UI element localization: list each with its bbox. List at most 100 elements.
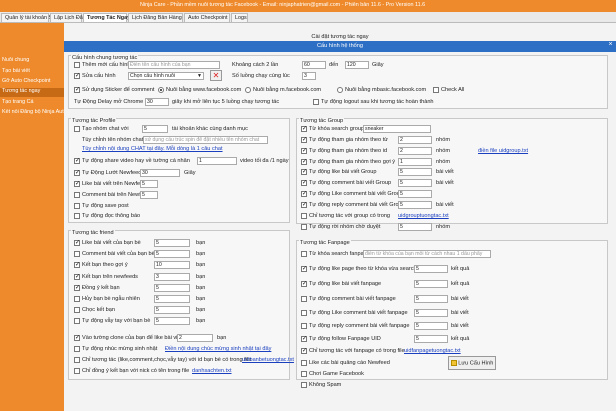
concurrent-input[interactable]: 3 [302, 72, 316, 80]
join-keyword-input[interactable]: 2 [398, 136, 432, 144]
join-id-input[interactable]: 2 [398, 147, 432, 155]
game-checkbox[interactable] [301, 371, 307, 377]
delay-from-input[interactable]: 60 [302, 61, 326, 69]
inbox-checkbox[interactable]: ✓ [74, 335, 80, 341]
check-all-checkbox[interactable] [433, 87, 439, 93]
join-id-checkbox[interactable]: ✓ [301, 148, 307, 154]
search-group-input[interactable]: sneaker [363, 125, 431, 133]
uidgrouptuongtac-link[interactable]: uidgrouptuongtac.txt [398, 213, 449, 219]
ads-checkbox[interactable] [301, 360, 307, 366]
sticker-checkbox[interactable]: ✓ [74, 87, 80, 93]
friend-row-checkbox[interactable]: ✓ [74, 274, 80, 280]
radio-mfacebook[interactable] [245, 87, 251, 93]
follow-fanpage-input[interactable]: 5 [414, 335, 448, 343]
like-comment-group-checkbox[interactable]: ✓ [301, 191, 307, 197]
nav-item-auto-checkpoint[interactable]: Gỡ Auto Checkpoint [0, 78, 64, 87]
friend-row-input[interactable]: 5 [154, 317, 190, 325]
newsfeed-input[interactable]: 30 [140, 169, 180, 177]
friend-row-checkbox[interactable]: ✓ [74, 285, 80, 291]
uidgroup-link[interactable]: điền file uidgroup.txt [478, 148, 528, 154]
tab-ssh[interactable]: Quản lý tài khoản SSH [1, 13, 60, 23]
auto-logout-checkbox[interactable] [313, 99, 319, 105]
edit-config-select[interactable]: Chọn cấu hình nuôi ▼ [128, 72, 204, 80]
friend-row-checkbox[interactable]: ✓ [74, 262, 80, 268]
like-search-checkbox[interactable]: ✓ [301, 266, 307, 272]
save-post-checkbox[interactable] [74, 203, 80, 209]
newsfeed-checkbox[interactable]: ✓ [74, 170, 80, 176]
add-config-checkbox[interactable] [74, 62, 80, 68]
reply-group-checkbox[interactable]: ✓ [301, 202, 307, 208]
reply-fanpage-input[interactable]: 5 [414, 322, 448, 330]
friend-row-input[interactable]: 5 [154, 239, 190, 247]
nav-item-general[interactable]: Nuôi chung [0, 57, 64, 66]
nav-item-sync-autopost[interactable]: Kết nối Đăng bộ Ninja Auto Post [0, 109, 64, 118]
friend-row-checkbox[interactable]: ✓ [74, 240, 80, 246]
search-fanpage-checkbox[interactable] [301, 251, 307, 257]
search-fanpage-input[interactable]: điền từ khóa của bạn mỗi từ cách nhau 1 … [363, 250, 491, 258]
nospam-checkbox[interactable] [301, 382, 307, 388]
like-newsfeed-checkbox[interactable]: ✓ [74, 181, 80, 187]
like-group-input[interactable]: 5 [398, 168, 432, 176]
friend-row-checkbox[interactable] [74, 251, 80, 257]
share-video-checkbox[interactable]: ✓ [74, 158, 80, 164]
save-config-button[interactable]: Lưu Cấu Hình [448, 356, 496, 370]
add-uid-checkbox[interactable] [74, 368, 80, 374]
comment-fanpage-checkbox[interactable] [301, 296, 307, 302]
leave-group-checkbox[interactable] [301, 224, 307, 230]
like-newsfeed-input[interactable]: 5 [140, 180, 158, 188]
tab-schedule[interactable]: Lập Lịch Đăng [50, 13, 89, 23]
like-group-checkbox[interactable]: ✓ [301, 169, 307, 175]
comment-group-checkbox[interactable]: ✓ [301, 180, 307, 186]
tab-sales-schedule[interactable]: Lịch Đăng Bản Hàng [128, 13, 183, 23]
friend-row-checkbox[interactable] [74, 318, 80, 324]
birthday-checkbox[interactable] [74, 346, 80, 352]
like-comment-fanpage-checkbox[interactable] [301, 310, 307, 316]
comment-group-input[interactable]: 5 [398, 179, 432, 187]
add-config-input[interactable]: Điền tên cấu hình của bạn [128, 61, 220, 69]
friend-row-input[interactable]: 5 [154, 295, 190, 303]
danhsachten-link[interactable]: danhsachten.txt [192, 368, 232, 374]
trust-fanpage-checkbox[interactable]: ✓ [301, 348, 307, 354]
comment-fanpage-input[interactable]: 5 [414, 295, 448, 303]
tab-logs[interactable]: Logs [231, 13, 248, 23]
reply-fanpage-checkbox[interactable] [301, 323, 307, 329]
uid-friend-checkbox[interactable] [74, 357, 80, 363]
nav-item-create-post[interactable]: Tạo bài viết [0, 68, 64, 77]
like-fanpage-input[interactable]: 5 [414, 280, 448, 288]
join-keyword-checkbox[interactable]: ✓ [301, 137, 307, 143]
friend-row-checkbox[interactable] [74, 307, 80, 313]
join-suggest-input[interactable]: 1 [398, 158, 432, 166]
trust-group-checkbox[interactable] [301, 213, 307, 219]
like-comment-fanpage-input[interactable]: 5 [414, 309, 448, 317]
follow-fanpage-checkbox[interactable]: ✓ [301, 336, 307, 342]
like-fanpage-checkbox[interactable]: ✓ [301, 281, 307, 287]
close-icon[interactable]: × [605, 41, 616, 52]
comment-newsfeed-checkbox[interactable] [74, 192, 80, 198]
comment-newsfeed-input[interactable]: 5 [140, 191, 158, 199]
share-video-input[interactable]: 1 [197, 157, 237, 165]
nav-item-create-page[interactable]: Tạo trang Cá [0, 99, 64, 108]
tab-interact-now[interactable]: Tương Tác Ngay [83, 13, 130, 23]
friend-row-input[interactable]: 5 [154, 306, 190, 314]
delay-to-input[interactable]: 120 [345, 61, 369, 69]
create-chat-input[interactable]: 5 [142, 125, 168, 133]
friend-row-input[interactable]: 5 [154, 284, 190, 292]
reply-group-input[interactable]: 5 [398, 201, 432, 209]
nav-item-interact-now[interactable]: Tương tác ngay [0, 88, 64, 97]
friend-row-input[interactable]: 5 [154, 250, 190, 258]
friend-row-input[interactable]: 10 [154, 261, 190, 269]
like-search-input[interactable]: 5 [414, 265, 448, 273]
tab-auto-checkpoint[interactable]: Auto Checkpoint [184, 13, 230, 23]
custom-chat-link[interactable]: Tùy chỉnh nội dung CHAT tại đây. Mỗi dòn… [82, 146, 223, 152]
create-chat-checkbox[interactable] [74, 126, 80, 132]
search-group-checkbox[interactable]: ✓ [301, 126, 307, 132]
uidbanbe-link[interactable]: uidbanbetuongtac.txt [242, 357, 294, 363]
friend-row-checkbox[interactable] [74, 296, 80, 302]
radio-facebook[interactable] [158, 87, 164, 93]
read-notif-checkbox[interactable] [74, 213, 80, 219]
birthday-link[interactable]: Điền nội dung chúc mừng sinh nhật tại đâ… [165, 346, 271, 352]
join-suggest-checkbox[interactable]: ✓ [301, 159, 307, 165]
radio-mbasic[interactable] [337, 87, 343, 93]
uidfanpage-link[interactable]: uidfanpagetuongtac.txt [404, 348, 461, 354]
edit-config-checkbox[interactable]: ✓ [74, 73, 80, 79]
